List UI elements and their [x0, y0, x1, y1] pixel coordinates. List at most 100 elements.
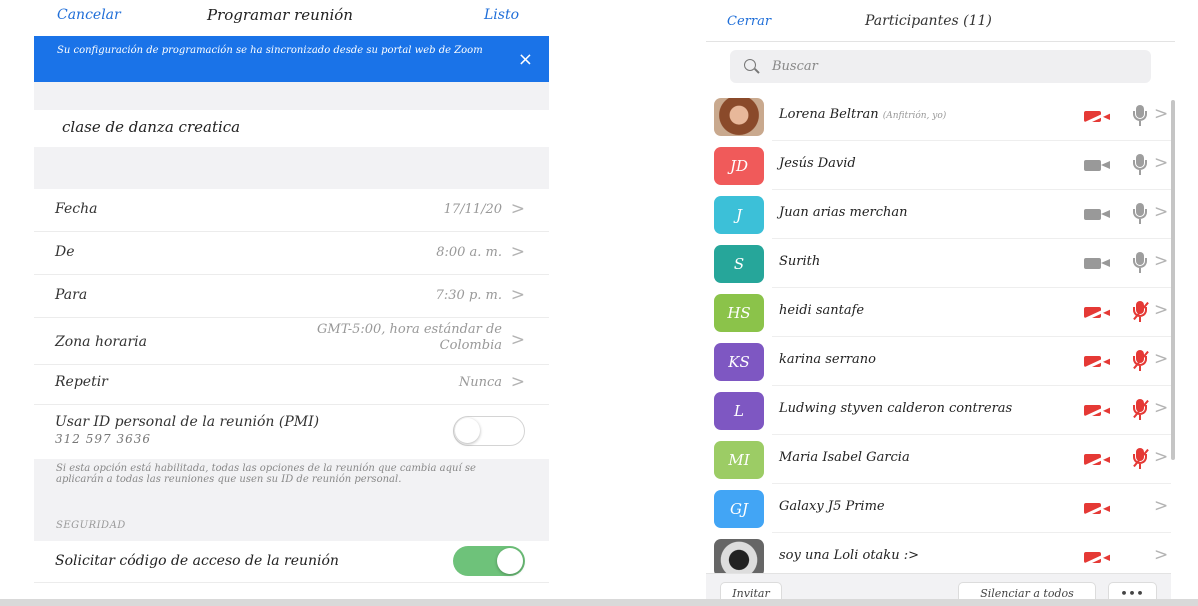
mic-icon	[1131, 252, 1149, 274]
close-button[interactable]: Cerrar	[727, 14, 771, 29]
participant-name-text: Jesús David	[779, 156, 856, 171]
participant-row[interactable]: GJ Galaxy J5 Prime >	[706, 484, 1171, 533]
participant-name-text: Ludwing styven calderon contreras	[779, 401, 1013, 416]
done-button[interactable]: Listo	[484, 7, 519, 23]
mic-icon	[1131, 154, 1149, 176]
chevron-right-icon: >	[510, 199, 525, 219]
chevron-right-icon: >	[510, 285, 525, 305]
scrollbar[interactable]	[1171, 100, 1175, 460]
repeat-row[interactable]: Repetir Nunca >	[34, 365, 549, 405]
participant-name: Jesús David	[779, 156, 856, 171]
mic-muted-icon	[1131, 301, 1149, 323]
repeat-label: Repetir	[55, 374, 108, 390]
participant-row[interactable]: HS heidi santafe >	[706, 288, 1171, 337]
participant-name: Galaxy J5 Prime	[779, 499, 885, 514]
date-label: Fecha	[55, 201, 98, 217]
cancel-button[interactable]: Cancelar	[57, 7, 121, 23]
participant-name-text: soy una Loli otaku :>	[779, 548, 919, 563]
participants-header: Cerrar Participantes (11)	[706, 0, 1175, 42]
video-icon	[1084, 207, 1114, 222]
avatar: JD	[714, 147, 764, 185]
chevron-right-icon: >	[1154, 153, 1169, 173]
close-icon[interactable]: ×	[518, 49, 533, 70]
end-time-label: Para	[55, 287, 88, 303]
avatar: L	[714, 392, 764, 430]
avatar: GJ	[714, 490, 764, 528]
participant-name-text: Maria Isabel Garcia	[779, 450, 910, 465]
pmi-id: 312 597 3636	[55, 432, 151, 446]
video-icon	[1084, 158, 1114, 173]
participant-name-text: Juan arias merchan	[779, 205, 908, 220]
schedule-meeting-panel: Cancelar Programar reunión Listo Su conf…	[0, 0, 549, 606]
chevron-right-icon: >	[1154, 202, 1169, 222]
passcode-toggle[interactable]	[453, 546, 525, 576]
mic-icon	[1131, 203, 1149, 225]
sync-banner-message: Su configuración de programación se ha s…	[57, 45, 483, 56]
mic-muted-icon	[1131, 350, 1149, 372]
chevron-right-icon: >	[1154, 398, 1169, 418]
start-time-label: De	[55, 244, 75, 260]
chevron-right-icon: >	[510, 242, 525, 262]
mic-muted-icon	[1131, 448, 1149, 470]
participant-row[interactable]: L Ludwing styven calderon contreras >	[706, 386, 1171, 435]
section-spacer	[34, 82, 549, 110]
participant-name: Surith	[779, 254, 820, 269]
participant-name: Lorena Beltran (Anfitrión, yo)	[779, 107, 946, 122]
start-time-row[interactable]: De 8:00 a. m. >	[34, 232, 549, 275]
avatar	[714, 98, 764, 136]
video-off-icon	[1082, 452, 1114, 469]
pmi-label: Usar ID personal de la reunión (PMI)	[55, 414, 320, 430]
chevron-right-icon: >	[1154, 447, 1169, 467]
participant-name-text: Galaxy J5 Prime	[779, 499, 885, 514]
passcode-row: Solicitar código de acceso de la reunión	[34, 541, 549, 583]
participant-name: Ludwing styven calderon contreras	[779, 401, 1012, 416]
host-tag: (Anfitrión, yo)	[882, 111, 947, 121]
toggle-knob	[455, 418, 480, 443]
participant-row[interactable]: JD Jesús David >	[706, 141, 1171, 190]
pmi-note-text: Si esta opción está habilitada, todas la…	[56, 463, 476, 485]
avatar	[714, 539, 764, 577]
search-input[interactable]: Buscar	[730, 50, 1151, 83]
participant-name-text: karina serrano	[779, 352, 876, 367]
video-off-icon	[1082, 550, 1114, 567]
passcode-label: Solicitar código de acceso de la reunión	[55, 553, 339, 569]
participant-name-text: heidi santafe	[779, 303, 865, 318]
search-placeholder: Buscar	[772, 59, 818, 74]
chevron-right-icon: >	[510, 330, 525, 350]
chevron-right-icon: >	[1154, 300, 1169, 320]
participant-row[interactable]: J Juan arias merchan >	[706, 190, 1171, 239]
chevron-right-icon: >	[1154, 251, 1169, 271]
schedule-header: Cancelar Programar reunión Listo	[0, 0, 549, 34]
avatar: MI	[714, 441, 764, 479]
timezone-row[interactable]: Zona horaria GMT-5:00, hora estándar de …	[34, 318, 549, 365]
participant-name-text: Surith	[779, 254, 821, 269]
end-time-row[interactable]: Para 7:30 p. m. >	[34, 275, 549, 318]
participants-panel: Cerrar Participantes (11) Buscar Lorena …	[706, 0, 1175, 606]
participant-row[interactable]: S Surith >	[706, 239, 1171, 288]
pmi-toggle[interactable]	[453, 416, 525, 446]
participant-row[interactable]: KS karina serrano >	[706, 337, 1171, 386]
video-off-icon	[1082, 109, 1114, 126]
pmi-row: Usar ID personal de la reunión (PMI) 312…	[34, 405, 549, 459]
toggle-knob	[497, 548, 523, 574]
participant-name: heidi santafe	[779, 303, 864, 318]
participant-row[interactable]: MI Maria Isabel Garcia >	[706, 435, 1171, 484]
meeting-topic-field[interactable]: clase de danza creatica	[62, 118, 240, 136]
timezone-label: Zona horaria	[55, 334, 147, 350]
pmi-note: Si esta opción está habilitada, todas la…	[34, 459, 549, 541]
security-section-header: SEGURIDAD	[56, 520, 126, 531]
start-time-value: 8:00 a. m.	[436, 245, 502, 260]
mic-icon	[1131, 105, 1149, 127]
participant-row[interactable]: Lorena Beltran (Anfitrión, yo) >	[706, 92, 1171, 141]
date-value: 17/11/20	[443, 202, 502, 217]
participants-title: Participantes (11)	[865, 13, 992, 29]
participant-name: Maria Isabel Garcia	[779, 450, 910, 465]
mic-muted-icon	[1131, 399, 1149, 421]
repeat-value: Nunca	[458, 375, 502, 390]
participant-name: soy una Loli otaku :>	[779, 548, 919, 563]
video-off-icon	[1082, 403, 1114, 420]
date-row[interactable]: Fecha 17/11/20 >	[34, 190, 549, 232]
search-icon	[744, 59, 756, 71]
avatar: HS	[714, 294, 764, 332]
timezone-value-line2: Colombia	[439, 338, 502, 353]
